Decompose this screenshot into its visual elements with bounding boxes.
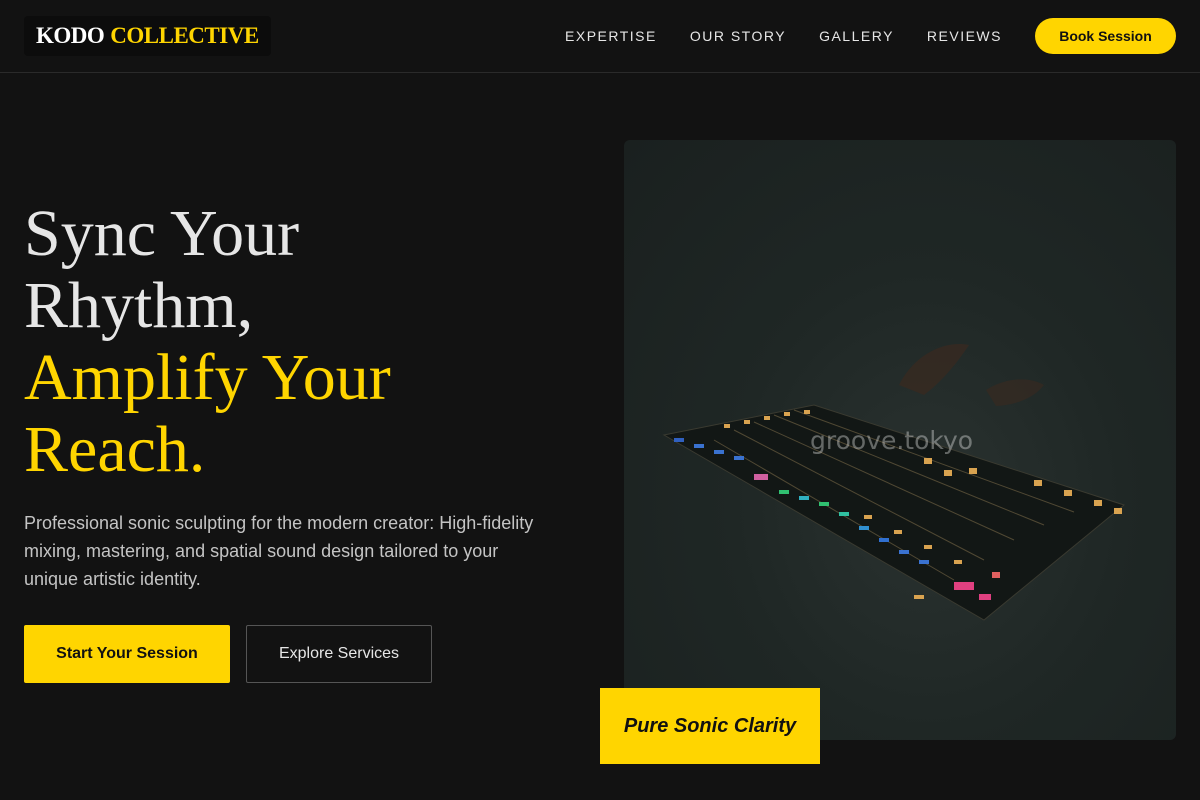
nav-link-expertise[interactable]: EXPERTISE xyxy=(565,28,657,44)
nav-link-reviews[interactable]: REVIEWS xyxy=(927,28,1002,44)
hero-image: groove.tokyo xyxy=(624,140,1176,740)
nav-link-gallery[interactable]: GALLERY xyxy=(819,28,894,44)
brand-name: KODO xyxy=(36,23,105,48)
tagline-card: Pure Sonic Clarity xyxy=(600,688,820,764)
hero-title-accent-line-2: Reach. xyxy=(24,413,206,486)
site-header: KODO COLLECTIVE EXPERTISE OUR STORY GALL… xyxy=(0,0,1200,73)
explore-services-button[interactable]: Explore Services xyxy=(246,625,432,683)
brand-logo[interactable]: KODO COLLECTIVE xyxy=(24,16,271,56)
hero-title-line-1: Sync Your xyxy=(24,197,300,270)
hero-title: Sync Your Rhythm, Amplify Your Reach. xyxy=(24,198,391,486)
image-watermark: groove.tokyo xyxy=(810,426,974,455)
brand-accent: COLLECTIVE xyxy=(110,23,259,48)
hero-title-accent-line-1: Amplify Your xyxy=(24,341,391,414)
main-nav: EXPERTISE OUR STORY GALLERY REVIEWS Book… xyxy=(565,0,1176,72)
hero-title-line-2: Rhythm, xyxy=(24,269,254,342)
book-session-button[interactable]: Book Session xyxy=(1035,18,1176,54)
start-session-button[interactable]: Start Your Session xyxy=(24,625,230,683)
nav-link-our-story[interactable]: OUR STORY xyxy=(690,28,786,44)
hero-description: Professional sonic sculpting for the mod… xyxy=(24,513,534,589)
